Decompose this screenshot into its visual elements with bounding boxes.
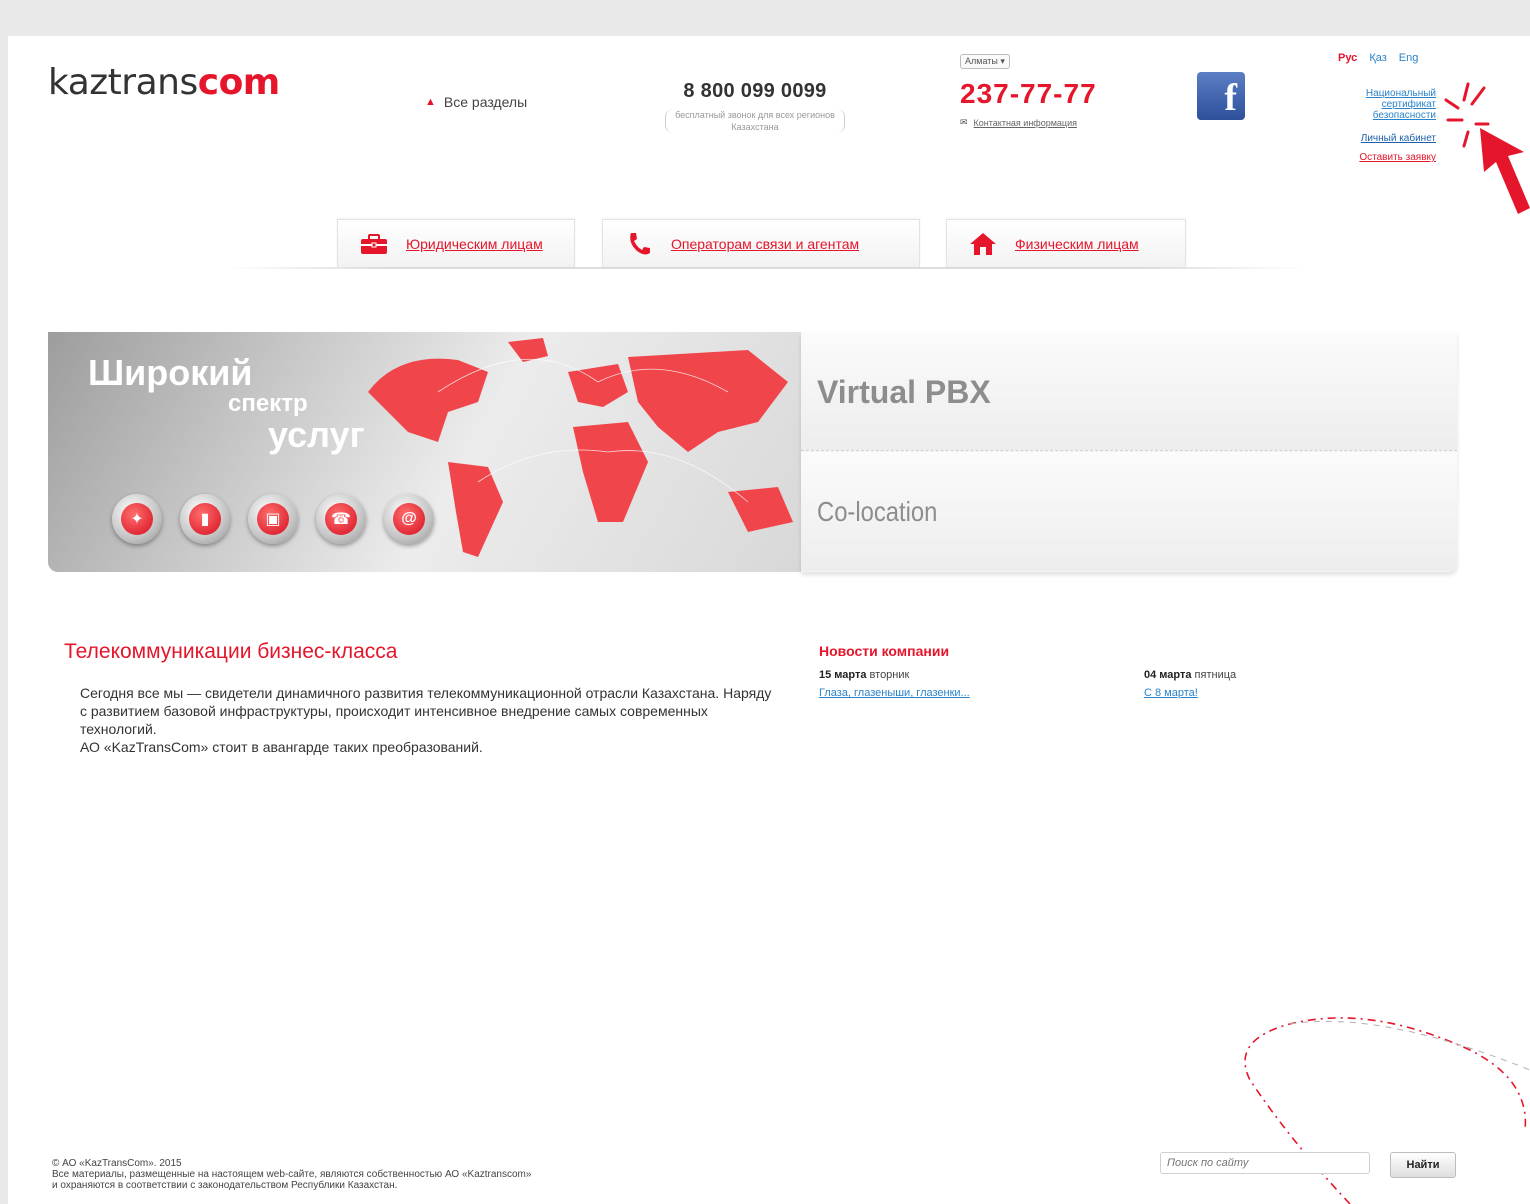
contact-info-block: ✉ Контактная информация xyxy=(960,117,1077,128)
site-search-input[interactable] xyxy=(1160,1152,1370,1174)
all-sections-label: Все разделы xyxy=(443,94,528,110)
page-title: Телекоммуникации бизнес-класса xyxy=(64,640,398,663)
logo-text-main: kaztrans xyxy=(48,62,198,103)
all-sections-link[interactable]: ▲ Все разделы xyxy=(425,94,527,110)
news-link[interactable]: С 8 марта! xyxy=(1144,687,1236,699)
side-item-virtual-pbx[interactable]: Virtual PBX xyxy=(801,332,1457,451)
tabs-underline xyxy=(225,267,1305,269)
facebook-icon[interactable]: f xyxy=(1197,72,1245,120)
intro-paragraph-1: Сегодня все мы — свидетели динамичного р… xyxy=(80,685,772,737)
mobile-service-icon[interactable]: ▮ xyxy=(180,494,230,544)
tab-individuals-label[interactable]: Физическим лицам xyxy=(1015,236,1139,252)
city-phone-number: 237-77-77 xyxy=(960,78,1097,109)
free-phone-note: бесплатный звонок для всех регионов Каза… xyxy=(665,109,845,133)
news-item: 04 марта пятница С 8 марта! xyxy=(1144,669,1236,699)
news-weekday: вторник xyxy=(869,669,910,681)
news-link[interactable]: Глаза, глазеныши, глазенки... xyxy=(819,687,970,699)
news-date: 04 марта xyxy=(1144,669,1192,681)
tab-operators-agents-label[interactable]: Операторам связи и агентам xyxy=(671,236,859,252)
news-item: 15 марта вторник Глаза, глазеныши, глазе… xyxy=(819,669,970,699)
briefcase-icon xyxy=(360,232,388,256)
rights-line-1: Все материалы, размещенные на настоящем … xyxy=(52,1169,532,1180)
lang-en[interactable]: Eng xyxy=(1399,52,1419,64)
language-switcher: Рус Қаз Eng xyxy=(1338,52,1418,64)
kaztranscom-logo[interactable]: kaztranscom xyxy=(48,62,280,103)
lang-kz[interactable]: Қаз xyxy=(1369,52,1386,64)
lang-ru[interactable]: Рус xyxy=(1338,52,1357,64)
satellite-service-icon[interactable]: ✦ xyxy=(112,494,162,544)
news-weekday: пятница xyxy=(1194,669,1237,681)
email-service-icon[interactable]: @ xyxy=(384,494,434,544)
copyright-line: © АО «KazTransCom». 2015 xyxy=(52,1158,182,1169)
co-location-label: Co-location xyxy=(817,496,938,527)
personal-cabinet-link[interactable]: Личный кабинет xyxy=(1330,133,1436,144)
banner-heading-line3: услуг xyxy=(268,414,365,455)
city-select-value: Алматы xyxy=(965,56,998,66)
chevron-down-icon: ▾ xyxy=(1000,56,1005,66)
news-date: 15 марта xyxy=(819,669,867,681)
search-button[interactable]: Найти xyxy=(1390,1152,1456,1178)
house-icon xyxy=(969,232,997,256)
logo-text-accent: com xyxy=(197,62,281,103)
banner-heading-line1: Широкий xyxy=(88,352,253,393)
envelope-icon: ✉ xyxy=(960,117,968,127)
tab-operators-agents[interactable]: Операторам связи и агентам xyxy=(602,219,920,267)
security-certificate-link[interactable]: Национальный сертификат безопасности xyxy=(1330,88,1436,121)
side-item-co-location[interactable]: Co-location xyxy=(801,452,1457,571)
services-banner[interactable]: Широкий спектр услуг ✦ ▮ ▣ ☎ @ xyxy=(48,332,801,572)
home-icon: ▲ xyxy=(425,96,436,108)
rights-line-2: и охраняются в соответствии с законодате… xyxy=(52,1180,398,1191)
decorative-dashed-curve xyxy=(1244,1017,1530,1204)
virtual-pbx-label: Virtual PBX xyxy=(817,374,991,410)
free-phone-number: 8 800 099 0099 xyxy=(683,80,827,102)
city-select[interactable]: Алматы ▾ xyxy=(960,54,1010,69)
news-heading: Новости компании xyxy=(819,643,950,659)
tab-legal-entities-label[interactable]: Юридическим лицам xyxy=(406,236,543,252)
tab-individuals[interactable]: Физическим лицам xyxy=(946,219,1186,267)
contact-info-link[interactable]: Контактная информация xyxy=(974,118,1077,128)
telephone-service-icon[interactable]: ☎ xyxy=(316,494,366,544)
footer-copyright: © АО «KazTransCom». 2015 Все материалы, … xyxy=(52,1158,531,1191)
leave-request-link[interactable]: Оставить заявку xyxy=(1330,152,1436,163)
pointer-arrow-icon xyxy=(1480,128,1530,214)
services-side-panel: Virtual PBX Co-location xyxy=(801,332,1457,572)
computer-service-icon[interactable]: ▣ xyxy=(248,494,298,544)
intro-paragraph-2: АО «KazTransCom» стоит в авангарде таких… xyxy=(80,739,483,755)
phone-handset-icon xyxy=(625,232,653,256)
tab-legal-entities[interactable]: Юридическим лицам xyxy=(337,219,575,267)
intro-text: Сегодня все мы — свидетели динамичного р… xyxy=(80,684,780,756)
free-phone-block: 8 800 099 0099 бесплатный звонок для все… xyxy=(665,80,845,133)
